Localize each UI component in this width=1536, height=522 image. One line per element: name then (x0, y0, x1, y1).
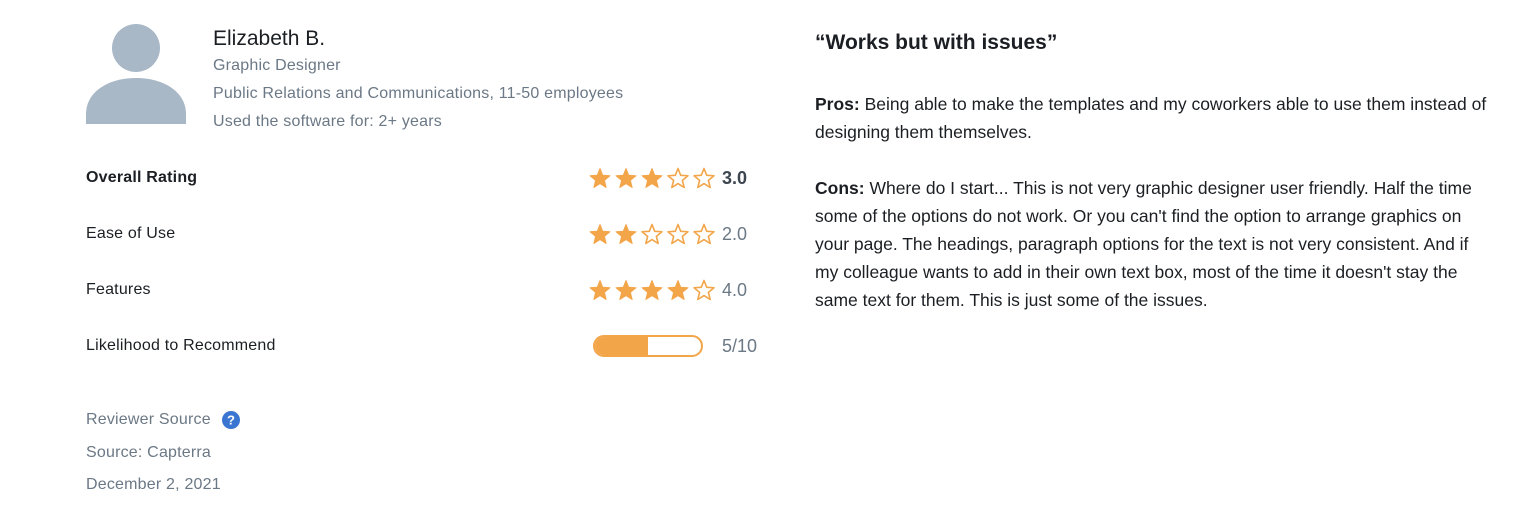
reviewer-company: Public Relations and Communications, 11-… (213, 85, 624, 102)
reviewer-name: Elizabeth B. (213, 27, 326, 50)
star-filled-icon (615, 280, 637, 300)
review-title: “Works but with issues” (815, 31, 1058, 54)
reviewer-source-label: Reviewer Source (86, 411, 211, 428)
cons-label: Cons: (815, 178, 865, 198)
recommend-score: 5/10 (722, 336, 758, 356)
rating-label-features: Features (86, 281, 151, 298)
source-value: Source: Capterra (86, 444, 212, 461)
pros-text: Being able to make the templates and my … (815, 94, 1487, 142)
star-filled-icon (667, 280, 689, 300)
rating-label-ease-of-use: Ease of Use (86, 225, 176, 242)
star-filled-icon (641, 280, 663, 300)
question-circle-icon[interactable]: ? (222, 411, 240, 429)
rating-label-overall: Overall Rating (86, 169, 198, 186)
svg-text:?: ? (227, 413, 235, 428)
recommend-progress-bar (593, 335, 703, 357)
reviewer-role: Graphic Designer (213, 57, 341, 74)
rating-label-recommend: Likelihood to Recommend (86, 337, 276, 354)
star-empty-icon (693, 167, 715, 189)
star-empty-icon (667, 223, 689, 245)
star-filled-icon (641, 168, 663, 188)
star-empty-icon (693, 223, 715, 245)
recommend-progress-fill (595, 337, 648, 355)
star-rating-features (589, 279, 715, 301)
rating-score-overall: 3.0 (722, 168, 748, 188)
star-filled-icon (615, 168, 637, 188)
rating-score-ease-of-use: 2.0 (722, 224, 748, 244)
review-card: Elizabeth B. Graphic Designer Public Rel… (0, 0, 1536, 522)
star-filled-icon (589, 224, 611, 244)
star-empty-icon (693, 279, 715, 301)
review-cons: Cons: Where do I start... This is not ve… (815, 174, 1495, 314)
reviewer-usage: Used the software for: 2+ years (213, 113, 442, 130)
review-pros: Pros: Being able to make the templates a… (815, 90, 1495, 146)
star-rating-overall (589, 167, 715, 189)
star-rating-ease-of-use (589, 223, 715, 245)
pros-label: Pros: (815, 94, 860, 114)
user-silhouette-icon (86, 24, 186, 124)
star-filled-icon (589, 168, 611, 188)
star-filled-icon (615, 224, 637, 244)
star-filled-icon (589, 280, 611, 300)
star-empty-icon (667, 167, 689, 189)
cons-text: Where do I start... This is not very gra… (815, 178, 1472, 310)
review-date: December 2, 2021 (86, 476, 221, 493)
star-empty-icon (641, 223, 663, 245)
rating-score-features: 4.0 (722, 280, 748, 300)
